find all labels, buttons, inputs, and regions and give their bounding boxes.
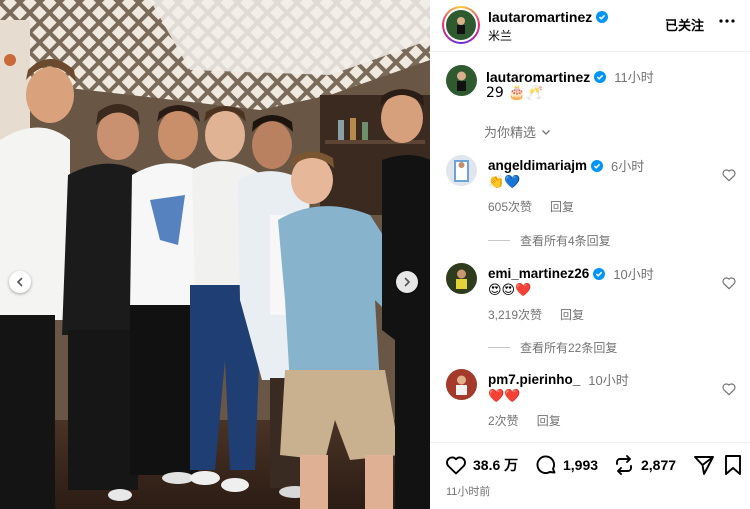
heart-icon (722, 383, 736, 396)
author-avatar-image (446, 10, 476, 40)
caption-header: lautaromartinez 11小时 (486, 67, 654, 86)
comment-username[interactable]: angeldimariajm (488, 158, 587, 173)
comment-time: 10小时 (613, 267, 654, 282)
chevron-left-icon (16, 277, 23, 287)
comment-reply-button[interactable]: 回复 (550, 198, 574, 215)
post-timestamp: 11小时前 (446, 486, 491, 498)
comment-like-button[interactable] (721, 381, 737, 402)
save-button[interactable] (722, 453, 744, 477)
comment-username[interactable]: pm7.pierinho_ (488, 372, 580, 387)
caption-username[interactable]: lautaromartinez (486, 69, 590, 85)
comment-avatar[interactable] (446, 263, 477, 294)
comment-reply-button[interactable]: 回复 (537, 412, 561, 429)
comment-count: 1,993 (563, 457, 599, 473)
comment-avatar-image (446, 155, 477, 186)
comment-avatar[interactable] (446, 155, 477, 186)
comment-header: angeldimariajm 6小时 (488, 156, 644, 175)
comment-username[interactable]: emi_martinez26 (488, 266, 589, 281)
post-header: lautaromartinez 米兰 已关注 (430, 0, 750, 52)
heart-icon (446, 456, 466, 475)
like-button[interactable]: 38.6 万 (444, 453, 518, 477)
comment-meta: 3,219次赞 回复 (488, 306, 584, 323)
comment-time: 10小时 (588, 373, 629, 388)
comment-text: 👏💙 (488, 175, 521, 190)
verified-badge-icon (591, 159, 604, 172)
comment-meta: 2次赞 回复 (488, 412, 561, 429)
view-replies-button[interactable]: 查看所有4条回复 (488, 232, 611, 249)
comment-avatar[interactable] (446, 369, 477, 400)
comment-header: pm7.pierinho_ 10小时 (488, 370, 629, 389)
comment-avatar-image (446, 369, 477, 400)
comment-likes[interactable]: 3,219次赞 (488, 306, 542, 323)
repost-button[interactable]: 2,877 (612, 453, 676, 477)
caption-text: 29 🎂🥂 (486, 85, 544, 101)
view-replies-label: 查看所有4条回复 (520, 234, 611, 248)
heart-icon (722, 277, 736, 290)
caption-avatar-image (446, 65, 477, 96)
comment-reply-button[interactable]: 回复 (560, 306, 584, 323)
chevron-down-icon (542, 129, 550, 135)
verified-badge-icon (594, 70, 607, 83)
carousel-next-button[interactable] (396, 271, 418, 293)
caption-time: 11小时 (614, 70, 654, 85)
view-replies-button[interactable]: 查看所有22条回复 (488, 339, 617, 356)
heart-icon (722, 169, 736, 182)
comment-text: ❤️❤️ (488, 389, 521, 404)
comment-time: 6小时 (611, 159, 645, 174)
author-username[interactable]: lautaromartinez (488, 9, 592, 25)
chevron-right-icon (404, 277, 411, 287)
post-location[interactable]: 米兰 (488, 27, 512, 44)
verified-badge-icon (596, 11, 609, 23)
comment-like-button[interactable] (721, 167, 737, 188)
author-avatar[interactable] (442, 6, 480, 44)
group-photo-illustration (0, 0, 430, 509)
share-button[interactable] (692, 453, 716, 477)
like-count: 38.6 万 (473, 457, 519, 473)
replies-divider (488, 347, 510, 348)
post-action-bar: 38.6 万 1,993 2,877 11小时前 (430, 442, 750, 509)
for-you-selector[interactable]: 为你精选 (484, 122, 552, 141)
bookmark-icon (725, 455, 741, 475)
author-username-row: lautaromartinez (488, 9, 609, 25)
following-button[interactable]: 已关注 (665, 15, 704, 34)
comment-likes[interactable]: 2次赞 (488, 412, 519, 429)
comment-bubble-icon (536, 455, 556, 474)
comment-like-button[interactable] (721, 275, 737, 296)
send-icon (694, 456, 714, 475)
comment-text: 😍😍❤️ (488, 283, 532, 298)
comment-header: emi_martinez26 10小时 (488, 264, 654, 283)
carousel-prev-button[interactable] (9, 271, 31, 293)
comment-likes[interactable]: 605次赞 (488, 198, 532, 215)
post-photo[interactable] (0, 0, 430, 509)
post-panel: lautaromartinez 米兰 已关注 lautaromartinez 1… (430, 0, 750, 509)
caption-avatar[interactable] (446, 65, 477, 96)
replies-divider (488, 240, 510, 241)
view-replies-label: 查看所有22条回复 (520, 341, 618, 355)
comment-meta: 605次赞 回复 (488, 198, 574, 215)
more-options-button[interactable] (718, 12, 736, 35)
comment-button[interactable]: 1,993 (534, 453, 598, 477)
comment-avatar-image (446, 263, 477, 294)
repost-count: 2,877 (641, 457, 677, 473)
verified-badge-icon (593, 267, 606, 280)
more-horizontal-icon (719, 19, 735, 23)
repost-icon (616, 455, 632, 475)
for-you-label: 为你精选 (484, 125, 537, 140)
